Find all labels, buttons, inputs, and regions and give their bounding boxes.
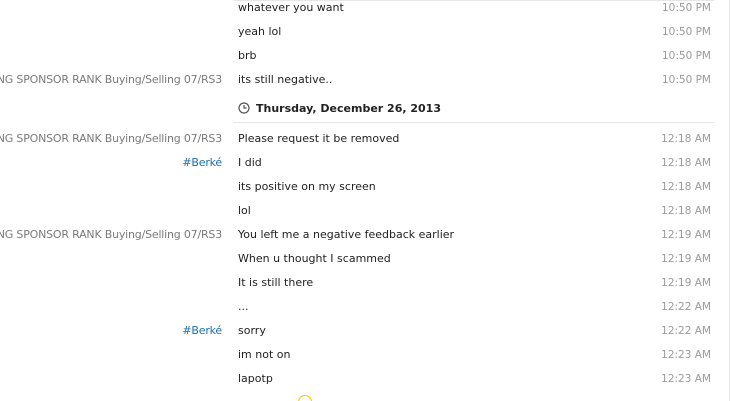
clock-icon (238, 102, 250, 114)
message-time: 10:50 PM (662, 26, 711, 38)
message-row: im not on 12:23 AM (0, 343, 730, 367)
message-time: 12:18 AM (661, 133, 711, 145)
message-row: lol 12:18 AM (0, 199, 730, 223)
date-divider-label: Thursday, December 26, 2013 (256, 102, 441, 115)
message-text: yeah lol (238, 25, 282, 38)
message-sender[interactable]: BUYING SPONSOR RANK Buying/Selling 07/RS… (0, 127, 222, 151)
message-text: lapotp (238, 372, 273, 385)
message-row: BUYING SPONSOR RANK Buying/Selling 07/RS… (0, 223, 730, 247)
message-sender[interactable]: BUYING SPONSOR RANK Buying/Selling 07/RS… (0, 223, 222, 247)
message-time: 10:50 PM (662, 50, 711, 62)
message-row: #Berké I did 12:18 AM (0, 151, 730, 175)
message-text: brb (238, 49, 257, 62)
chat-history: whatever you want 10:50 PM yeah lol 10:5… (0, 0, 730, 401)
message-row: ... 12:22 AM (0, 295, 730, 319)
message-text: lol (238, 204, 251, 217)
message-row: It is still there 12:19 AM (0, 271, 730, 295)
message-time: 10:50 PM (662, 74, 711, 86)
message-text: It is still there (238, 276, 314, 289)
message-text: You left me a negative feedback earlier (238, 228, 455, 241)
message-row: BUYING SPONSOR RANK Buying/Selling 07/RS… (0, 127, 730, 151)
message-time: 12:18 AM (661, 205, 711, 217)
message-time: 12:19 AM (661, 253, 711, 265)
typing-indicator-icon (298, 395, 312, 401)
message-text: im not on (238, 348, 291, 361)
message-text: Please request it be removed (238, 132, 400, 145)
message-time: 12:22 AM (661, 325, 711, 337)
message-sender-link[interactable]: #Berké (182, 151, 222, 175)
message-time: 12:23 AM (661, 349, 711, 361)
message-text: its positive on my screen (238, 180, 376, 193)
message-time: 12:23 AM (661, 373, 711, 385)
message-row: BUYING SPONSOR RANK Buying/Selling 07/RS… (0, 68, 730, 92)
message-row: yeah lol 10:50 PM (0, 20, 730, 44)
message-row: When u thought I scammed 12:19 AM (0, 247, 730, 271)
message-sender-link[interactable]: #Berké (182, 319, 222, 343)
message-time: 12:18 AM (661, 157, 711, 169)
date-divider-line (233, 122, 714, 123)
message-text: I did (238, 156, 262, 169)
message-time: 10:50 PM (662, 2, 711, 14)
message-sender[interactable]: BUYING SPONSOR RANK Buying/Selling 07/RS… (0, 68, 222, 92)
message-time: 12:19 AM (661, 229, 711, 241)
message-row: lapotp 12:23 AM (0, 367, 730, 391)
message-row: #Berké sorry 12:22 AM (0, 319, 730, 343)
message-text: its still negative.. (238, 73, 333, 86)
message-row: whatever you want 10:50 PM (0, 0, 730, 20)
message-text: sorry (238, 324, 266, 337)
message-row: brb 10:50 PM (0, 44, 730, 68)
message-time: 12:19 AM (661, 277, 711, 289)
message-row: its positive on my screen 12:18 AM (0, 175, 730, 199)
message-text: ... (238, 300, 249, 313)
message-time: 12:18 AM (661, 181, 711, 193)
message-text: whatever you want (238, 1, 344, 14)
message-text: When u thought I scammed (238, 252, 391, 265)
message-time: 12:22 AM (661, 301, 711, 313)
date-divider: Thursday, December 26, 2013 (238, 97, 718, 121)
